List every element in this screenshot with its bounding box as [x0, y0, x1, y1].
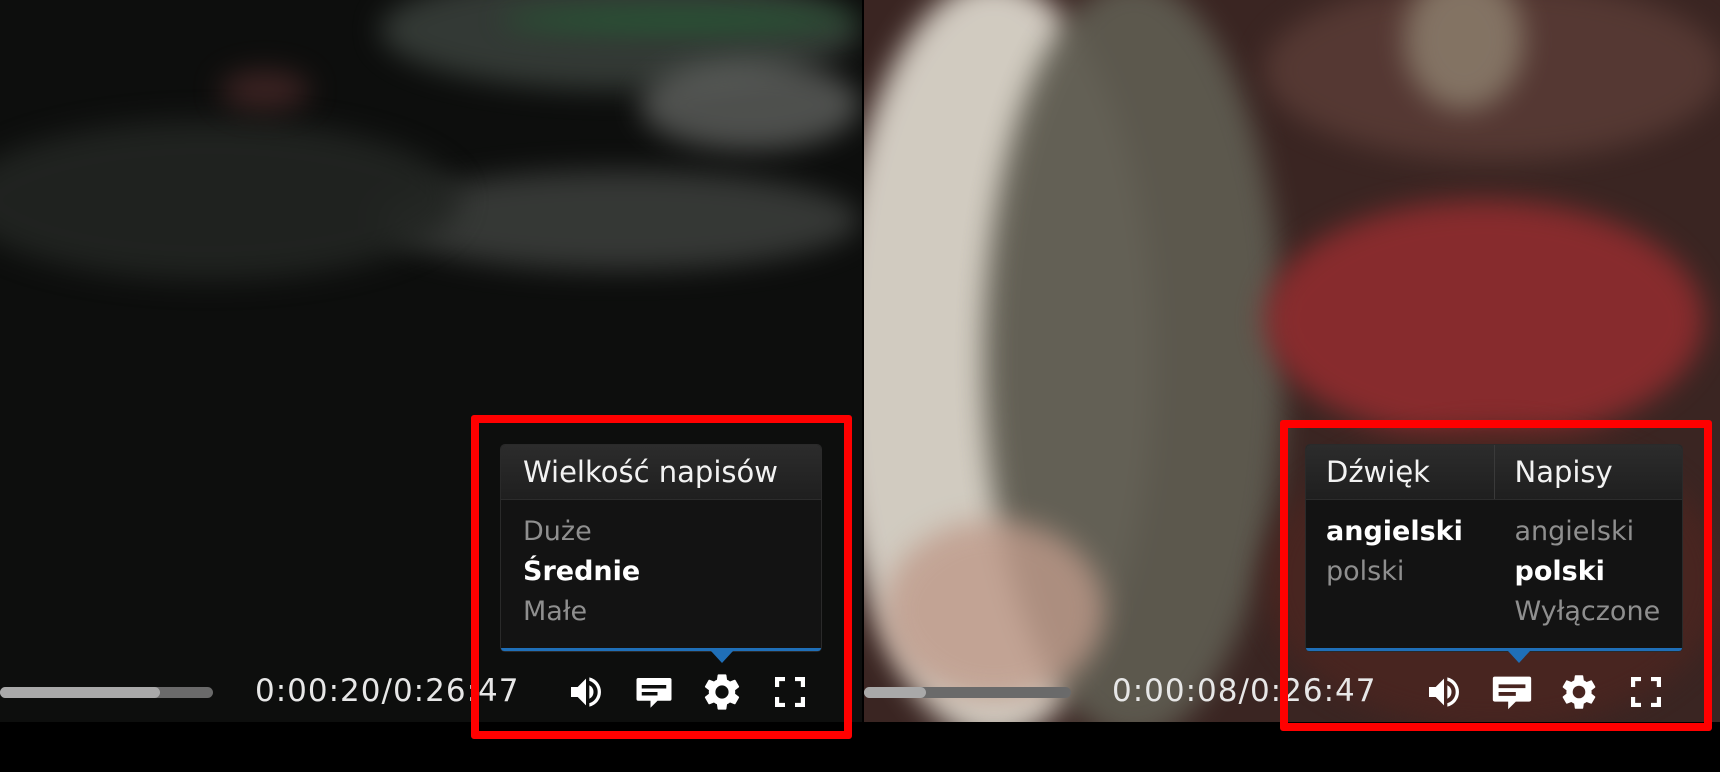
player-left: 0:00:20/0:26:47 Wielkość napisów Duże Śr…: [0, 0, 862, 772]
progress-bar[interactable]: [864, 687, 1071, 698]
progress-bar-fill: [0, 687, 160, 698]
blurred-object: [500, 10, 860, 30]
highlight-box: [1280, 420, 1712, 731]
highlight-box: [471, 415, 852, 739]
blurred-object: [0, 120, 460, 280]
player-right: 0:00:08/0:26:47 Dźwięk Napisy angielski …: [864, 0, 1720, 772]
progress-bar[interactable]: [0, 687, 213, 698]
blurred-object: [884, 520, 1104, 700]
blurred-object: [640, 60, 860, 150]
progress-bar-fill: [864, 687, 927, 698]
blurred-object: [220, 70, 310, 110]
blurred-object: [1264, 200, 1704, 440]
